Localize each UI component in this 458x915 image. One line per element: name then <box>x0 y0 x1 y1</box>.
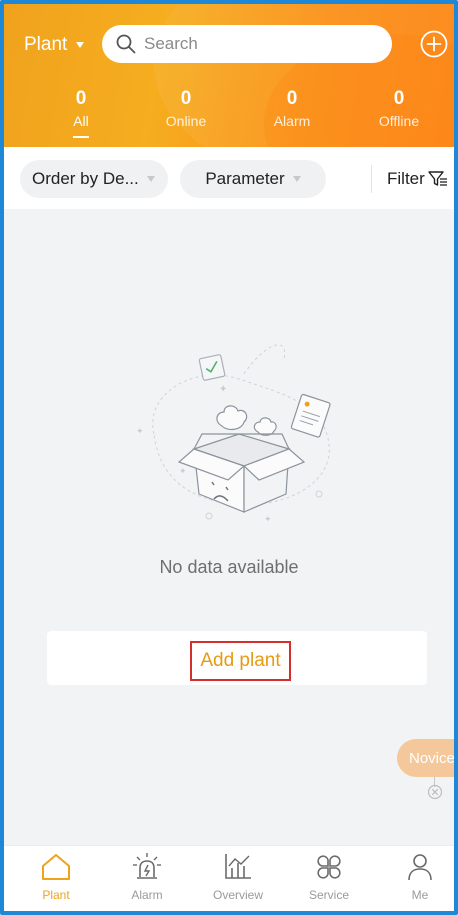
user-icon <box>408 854 432 881</box>
order-by-label: Order by De... <box>32 169 139 188</box>
tab-overview[interactable]: Overview <box>193 852 283 902</box>
svg-text:✦: ✦ <box>264 515 272 525</box>
header: Plant 0 All 0 Online <box>4 4 454 147</box>
parameter-dropdown[interactable]: Parameter <box>180 160 326 198</box>
active-tab-underline <box>73 136 89 138</box>
chart-icon <box>225 854 251 879</box>
parameter-label: Parameter <box>205 169 285 188</box>
tab-me[interactable]: Me <box>375 852 454 902</box>
caret-down-icon <box>146 176 155 182</box>
svg-text:✦: ✦ <box>136 427 144 437</box>
empty-box-illustration: ✦ ✦ ✦ ✦ <box>136 344 331 525</box>
stat-offline[interactable]: 0 Offline <box>354 88 444 130</box>
tab-overview-label: Overview <box>212 888 263 902</box>
tab-plant[interactable]: Plant <box>11 852 101 902</box>
add-plant-label: Add plant <box>200 650 281 671</box>
tab-plant-label: Plant <box>42 888 70 902</box>
siren-icon <box>133 853 161 879</box>
order-by-dropdown[interactable]: Order by De... <box>20 160 168 198</box>
stat-offline-label: Offline <box>378 113 420 129</box>
tab-service[interactable]: Service <box>284 852 374 902</box>
add-plant-button[interactable]: Add plant <box>190 641 291 681</box>
stat-offline-count: 0 <box>393 88 405 109</box>
search-icon <box>116 34 136 54</box>
stat-alarm-count: 0 <box>286 88 298 109</box>
filter-bar: Order by De... Parameter Filter <box>4 147 454 209</box>
tab-alarm-label: Alarm <box>131 888 163 902</box>
svg-text:✦: ✦ <box>219 384 227 395</box>
bottom-tab-bar: Plant Alarm Overview Service Me <box>4 845 454 911</box>
status-stats: 0 All 0 Online 0 Alarm 0 Offline <box>4 88 454 144</box>
filter-icon <box>428 171 447 186</box>
stat-online-count: 0 <box>180 88 192 109</box>
tab-alarm[interactable]: Alarm <box>102 852 192 902</box>
novice-guide-button[interactable]: Novice <box>397 739 455 777</box>
svg-text:✦: ✦ <box>179 467 187 477</box>
stat-online[interactable]: 0 Online <box>141 88 231 130</box>
filter-label: Filter <box>387 169 425 188</box>
close-circle-icon[interactable] <box>427 784 443 800</box>
tab-service-label: Service <box>308 888 349 902</box>
caret-down-icon <box>292 176 301 182</box>
stat-alarm[interactable]: 0 Alarm <box>247 88 337 130</box>
filter-button[interactable]: Filter <box>387 169 448 189</box>
home-icon <box>42 854 70 880</box>
caret-down-icon <box>76 42 85 48</box>
novice-label: Novice <box>409 749 455 767</box>
plant-dropdown[interactable]: Plant <box>24 34 85 56</box>
tab-me-label: Me <box>411 888 429 902</box>
service-icon <box>317 855 341 879</box>
search-bar[interactable] <box>102 25 392 63</box>
app-frame: Plant 0 All 0 Online <box>0 0 458 915</box>
stat-online-label: Online <box>165 113 207 129</box>
plant-dropdown-label: Plant <box>24 34 68 55</box>
divider <box>371 165 372 193</box>
empty-state-message: No data available <box>159 557 299 577</box>
stat-alarm-label: Alarm <box>273 113 311 129</box>
stat-all-label: All <box>73 113 89 129</box>
add-circle-icon[interactable] <box>419 29 449 59</box>
search-input[interactable] <box>144 34 364 54</box>
stat-all-count: 0 <box>75 88 87 109</box>
stat-all[interactable]: 0 All <box>36 88 126 138</box>
